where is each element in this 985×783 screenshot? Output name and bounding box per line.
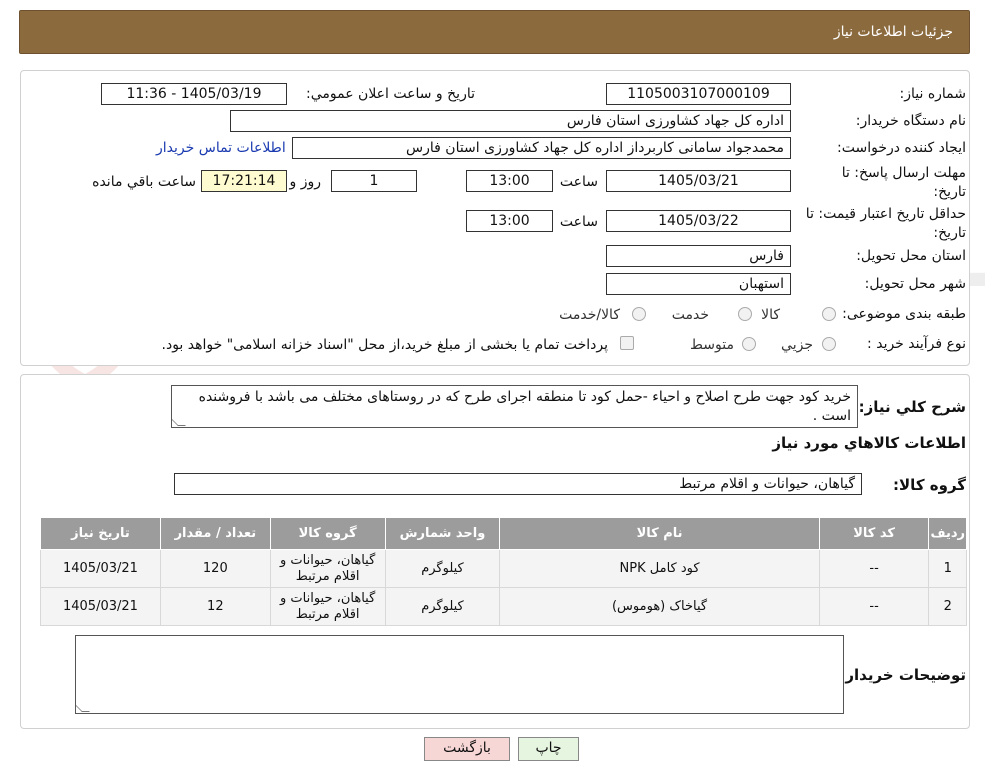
category-label: طبقه بندی موضوعی: [842,306,966,322]
province-field: فارس [606,245,791,267]
back-button[interactable]: بازگشت [424,737,510,761]
description-label: شرح کلي نياز: [858,398,966,416]
cell-code: -- [818,587,930,626]
cell-row: 2 [928,587,967,626]
cell-unit: کیلوگرم [384,587,501,626]
need-number-label: شماره نیاز: [899,86,967,102]
description-text: خريد کود جهت طرح اصلاح و احياء -حمل کود … [198,389,851,424]
cell-row: 1 [928,549,967,588]
cell-name: گیاخاک (هوموس) [499,587,820,626]
cell-name: کود کامل NPK [499,549,820,588]
table-row: 1 -- کود کامل NPK کیلوگرم گیاهان، حیوانا… [40,549,967,588]
description-field: خريد کود جهت طرح اصلاح و احياء -حمل کود … [171,385,858,428]
process-minor-radio[interactable] [822,337,836,351]
buyer-org-field: اداره کل جهاد کشاورزی استان فارس [230,110,791,132]
announce-field: 1405/03/19 - 11:36 [101,83,287,105]
category-service-radio[interactable] [738,307,752,321]
validity-date-field: 1405/03/22 [606,210,791,232]
buyer-notes-label: توضيحات خريدار: [839,666,966,684]
city-label: شهر محل تحويل: [864,276,966,292]
process-medium-radio[interactable] [742,337,756,351]
cell-qty: 12 [159,587,271,626]
cell-date: 1405/03/21 [40,587,161,626]
col-group-header: گروه کالا [269,517,386,550]
cell-unit: کیلوگرم [384,549,501,588]
cell-qty: 120 [159,549,271,588]
page-header: جزئیات اطلاعات نیاز [19,10,970,54]
buyer-contact-link[interactable]: اطلاعات تماس خريدار [156,140,286,156]
process-medium-label: متوسط [690,337,734,353]
days-label: روز و [289,174,322,190]
resize-handle-icon[interactable] [172,418,186,426]
col-name-header: نام کالا [499,517,820,550]
remaining-time-field: 17:21:14 [201,170,287,192]
col-row-header: رديف [928,517,967,550]
cell-code: -- [818,549,930,588]
category-goods-radio[interactable] [822,307,836,321]
col-qty-header: تعداد / مقدار [159,517,271,550]
process-minor-label: جزيي [781,337,813,353]
deadline-time-field: 13:00 [466,170,553,192]
col-unit-header: واحد شمارش [384,517,501,550]
print-button[interactable]: چاپ [518,737,579,761]
goods-table: رديف کد کالا نام کالا واحد شمارش گروه کا… [40,517,967,626]
cell-group: گیاهان، حیوانات و اقلام مرتبط [269,549,386,588]
validity-time-label: ساعت [559,214,598,230]
announce-label: تاریخ و ساعت اعلان عمومي: [306,86,475,102]
need-number-field: 1105003107000109 [606,83,791,105]
days-field: 1 [331,170,417,192]
col-date-header: تاريخ نياز [40,517,161,550]
cell-group: گیاهان، حیوانات و اقلام مرتبط [269,587,386,626]
col-code-header: کد کالا [818,517,930,550]
deadline-time-label: ساعت [559,174,598,190]
table-header-row: رديف کد کالا نام کالا واحد شمارش گروه کا… [40,517,967,550]
deadline-label: مهلت ارسال پاسخ: تا تاریخ: [841,165,966,200]
treasury-payment-note: پرداخت تمام يا بخشی از مبلغ خريد،از محل … [161,337,608,353]
validity-label: حداقل تاريخ اعتبار قيمت: تا تاریخ: [805,206,966,241]
buyer-notes-field[interactable] [75,635,844,714]
category-goods-service-label: کالا/خدمت [559,307,620,323]
goods-info-title: اطلاعات کالاهاي مورد نياز [772,434,966,452]
creator-field: محمدجواد سامانی کاربرداز اداره کل جهاد ک… [292,137,791,159]
validity-time-field: 13:00 [466,210,553,232]
category-goods-label: کالا [761,307,780,323]
goods-group-field: گیاهان، حیوانات و اقلام مرتبط [174,473,862,495]
table-row: 2 -- گیاخاک (هوموس) کیلوگرم گیاهان، حیوا… [40,587,967,626]
page-title: جزئیات اطلاعات نیاز [833,24,953,40]
deadline-date-field: 1405/03/21 [606,170,791,192]
goods-group-label: گروه کالا: [893,476,966,494]
treasury-payment-checkbox[interactable] [620,336,634,350]
city-field: استهبان [606,273,791,295]
buyer-org-label: نام دستگاه خريدار: [855,113,966,129]
province-label: استان محل تحويل: [856,248,966,264]
category-goods-service-radio[interactable] [632,307,646,321]
remaining-time-label: ساعت باقي مانده [92,174,196,190]
resize-handle-icon[interactable] [76,704,90,712]
process-label: نوع فرآيند خريد : [867,336,966,352]
category-service-label: خدمت [671,307,709,323]
cell-date: 1405/03/21 [40,549,161,588]
creator-label: ايجاد کننده درخواست: [837,140,966,156]
